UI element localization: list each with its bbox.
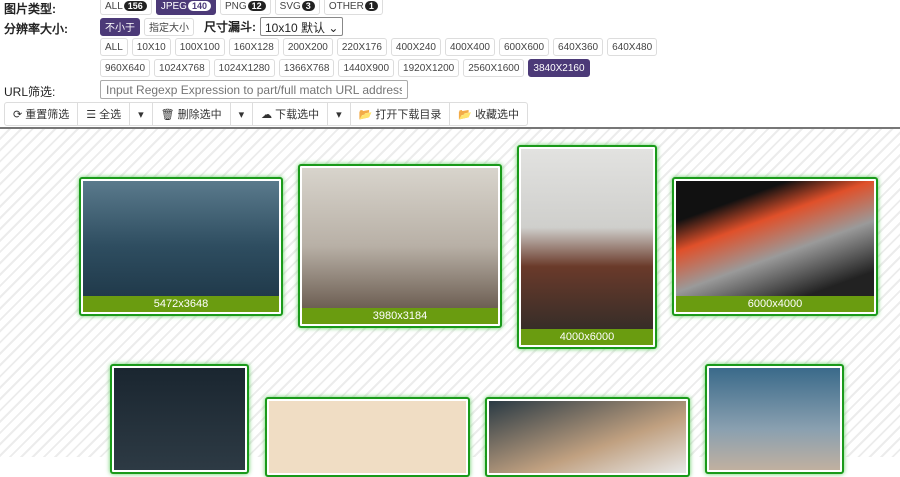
image-gallery: 5472x3648 3980x3184 4000x6000 6000x4000	[0, 129, 900, 477]
select-all-label: 全选	[99, 109, 122, 121]
delete-dropdown-button[interactable]: ▾	[231, 103, 254, 125]
image-texture	[269, 401, 466, 473]
size-chip[interactable]: 1366X768	[278, 59, 335, 77]
size-chip[interactable]: 1024X768	[154, 59, 210, 77]
url-filter-input[interactable]	[100, 80, 408, 99]
image-cafe	[302, 168, 498, 324]
image-conference-room	[114, 368, 245, 470]
trash-icon: 🗑	[160, 108, 175, 121]
size-chip[interactable]: 1920X1200	[398, 59, 460, 77]
image-card[interactable]	[485, 397, 690, 477]
favorite-selected-button[interactable]: 📂 收藏选中	[450, 103, 527, 125]
caret-down-icon: ▾	[336, 108, 342, 121]
mode-min-button[interactable]: 不小于	[100, 17, 140, 36]
image-card[interactable]	[110, 364, 249, 474]
url-label: URL筛选:	[4, 85, 56, 99]
type-other[interactable]: OTHER 1	[323, 0, 383, 15]
type-label: 图片类型:	[4, 2, 56, 16]
type-label-text: OTHER	[328, 0, 364, 12]
mode-exact-button[interactable]: 指定大小	[144, 17, 194, 36]
image-writing	[489, 401, 686, 473]
image-card[interactable]: 4000x6000	[517, 145, 657, 349]
size-chip[interactable]: 400X240	[390, 38, 441, 56]
refresh-icon: ⟳	[13, 108, 23, 121]
select-dropdown-button[interactable]: ▾	[130, 103, 153, 125]
image-ocean-wave	[83, 181, 279, 312]
count-badge: 156	[123, 1, 147, 11]
count-badge: 12	[247, 1, 266, 11]
list-icon: ☰	[86, 108, 97, 121]
size-chip[interactable]: 10X10	[131, 38, 171, 56]
image-size-label: 5472x3648	[83, 296, 279, 312]
type-label-text: JPEG	[160, 0, 187, 12]
funnel-value: 10x10 默认	[265, 21, 326, 35]
size-chip[interactable]: 100X100	[174, 38, 225, 56]
funnel-label: 尺寸漏斗:	[204, 20, 256, 34]
type-label-text: PNG	[224, 0, 247, 12]
download-dropdown-button[interactable]: ▾	[328, 103, 351, 125]
select-all-button[interactable]: ☰ 全选	[78, 103, 131, 125]
folder-open-icon: 📂	[358, 108, 373, 121]
image-size-label: 4000x6000	[521, 329, 653, 345]
size-chip[interactable]: 640X480	[607, 38, 658, 56]
count-badge: 1	[364, 1, 378, 11]
type-svg[interactable]: SVG 3	[274, 0, 320, 15]
size-chip[interactable]: 640X360	[553, 38, 604, 56]
size-chip[interactable]: 2560X1600	[463, 59, 525, 77]
size-chip[interactable]: 1440X900	[338, 59, 395, 77]
type-all[interactable]: ALL 156	[100, 0, 152, 15]
image-temple	[521, 149, 653, 345]
type-label-text: SVG	[279, 0, 301, 12]
image-card[interactable]: 6000x4000	[672, 177, 878, 316]
folder-open-icon: 📂	[458, 108, 473, 121]
image-flowers	[709, 368, 840, 470]
count-badge: 3	[301, 1, 315, 11]
reset-filter-button[interactable]: ⟳ 重置筛选	[5, 103, 79, 125]
resolution-label: 分辨率大小:	[4, 22, 68, 36]
favorite-label: 收藏选中	[475, 109, 520, 121]
size-chip[interactable]: 600X600	[499, 38, 550, 56]
size-chip[interactable]: 3840X2160	[528, 59, 590, 77]
image-card[interactable]	[705, 364, 844, 474]
size-chip[interactable]: 160X128	[228, 38, 279, 56]
size-chip[interactable]: 1024X1280	[213, 59, 275, 77]
open-download-dir-button[interactable]: 📂 打开下载目录	[351, 103, 451, 125]
size-chip[interactable]: ALL	[100, 38, 128, 56]
open-dir-label: 打开下载目录	[375, 109, 442, 121]
funnel-select[interactable]: 10x10 默认 ⌄	[260, 17, 344, 36]
reset-label: 重置筛选	[25, 109, 70, 121]
toolbar: ⟳ 重置筛选 ☰ 全选 ▾ 🗑 删除选中 ▾ ☁ 下载选中 ▾ 📂 打开下载目录 📂 收藏选…	[4, 102, 529, 126]
chevron-down-icon: ⌄	[328, 21, 339, 35]
size-chip[interactable]: 200X200	[282, 38, 333, 56]
filter-panel: 图片类型: ALL 156 JPEG 140 PNG 12 SVG 3 OTHER 1 分…	[0, 0, 900, 129]
image-abstract	[676, 181, 874, 312]
type-label-text: ALL	[105, 0, 123, 12]
count-badge: 140	[187, 1, 211, 11]
image-size-label: 6000x4000	[676, 296, 874, 312]
cloud-download-icon: ☁	[261, 108, 273, 121]
image-card[interactable]: 5472x3648	[79, 177, 283, 316]
delete-label: 删除选中	[177, 109, 222, 121]
size-filter-row: ALL 10X10 100X100 160X128 200X200 220X176 400X…	[100, 38, 658, 56]
type-png[interactable]: PNG 12	[219, 0, 271, 15]
image-card[interactable]	[265, 397, 470, 477]
size-chip[interactable]: 400X400	[444, 38, 495, 56]
image-card[interactable]: 3980x3184	[298, 164, 502, 328]
size-chip[interactable]: 960X640	[100, 59, 151, 77]
download-label: 下载选中	[275, 109, 320, 121]
download-selected-button[interactable]: ☁ 下载选中	[253, 103, 329, 125]
image-size-label: 3980x3184	[302, 308, 498, 324]
size-chip[interactable]: 220X176	[336, 38, 387, 56]
type-jpeg[interactable]: JPEG 140	[155, 0, 216, 15]
delete-selected-button[interactable]: 🗑 删除选中	[153, 103, 231, 125]
caret-down-icon: ▾	[138, 108, 144, 121]
caret-down-icon: ▾	[238, 108, 245, 121]
size-filter-row: 960X640 1024X768 1024X1280 1366X768 1440X900…	[100, 59, 590, 77]
type-filter: ALL 156 JPEG 140 PNG 12 SVG 3 OTHER 1	[100, 0, 383, 15]
